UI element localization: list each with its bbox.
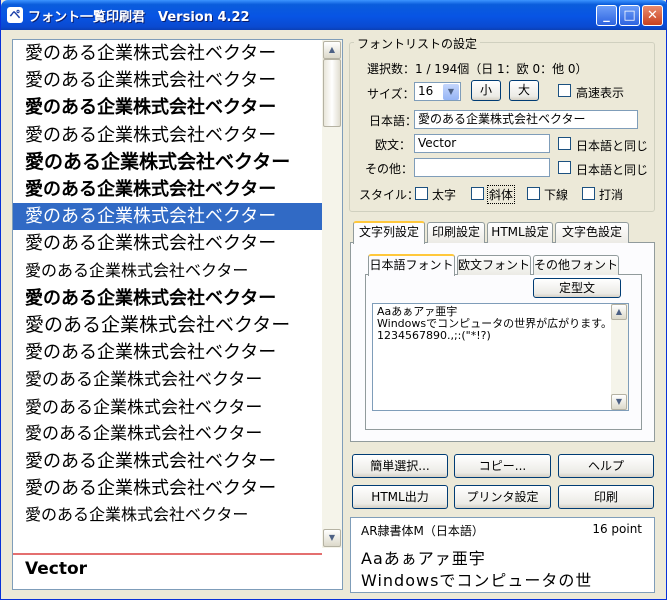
app-icon[interactable]: ペ [7,7,23,23]
maximize-button[interactable]: □ [619,5,640,26]
bold-checkbox[interactable] [415,187,428,200]
other-label: その他： [365,162,414,176]
preview-line-1: Aaあぁアァ亜宇 [361,549,486,568]
font-list-item[interactable]: 愛のある企業株式会社ベクター [13,258,322,285]
close-button[interactable]: ✕ [642,5,663,26]
size-value: 16 [418,84,434,98]
font-preview: AR隷書体M（日本語） 16 point Aaあぁアァ亜宇 Windowsでコン… [350,517,655,593]
font-list-item[interactable]: 愛のある企業株式会社ベクター [13,149,322,176]
western-same-label: 日本語と同じ [576,139,649,153]
font-list-item[interactable]: 愛のある企業株式会社ベクター [13,67,322,94]
tab-string-settings[interactable]: 文字列設定 [353,221,425,244]
chevron-down-icon[interactable]: ▼ [443,84,459,100]
size-large-button[interactable]: 大 [509,80,539,101]
font-list-item[interactable]: 愛のある企業株式会社ベクター [13,421,322,448]
western-same-checkbox[interactable] [558,137,571,150]
main-window: ペ フォント一覧印刷君 Version 4.22 _ □ ✕ 愛のある企業株式会… [0,0,667,600]
japanese-label: 日本語： [369,114,418,128]
strikethrough-checkbox[interactable] [582,187,595,200]
tab-western-font[interactable]: 欧文フォント [457,255,531,275]
settings-group-title: フォントリストの設定 [354,35,481,52]
font-list-item[interactable]: 愛のある企業株式会社ベクター [13,230,322,257]
fast-display-checkbox[interactable] [558,84,571,97]
font-list-item[interactable]: 愛のある企業株式会社ベクター [13,312,322,339]
font-list-item[interactable]: 愛のある企業株式会社ベクター [13,285,322,312]
bold-label: 太字 [432,188,457,202]
copy-button[interactable]: コピー... [454,454,551,478]
western-label: 欧文： [375,138,412,152]
tab-text-color-settings[interactable]: 文字色設定 [555,222,629,243]
minimize-button[interactable]: _ [596,5,617,26]
title-bar[interactable]: ペ フォント一覧印刷君 Version 4.22 _ □ ✕ [1,0,667,30]
preview-font-name: AR隷書体M（日本語） [361,524,484,538]
other-same-label: 日本語と同じ [576,163,649,177]
italic-label: 斜体 [487,185,516,204]
font-list-item[interactable]: 愛のある企業株式会社ベクター [13,394,322,421]
scroll-thumb[interactable] [323,59,341,127]
font-list-item[interactable]: 愛のある企業株式会社ベクター [13,339,322,366]
font-list-item[interactable]: 愛のある企業株式会社ベクター [13,40,322,67]
western-sample-word: Vector [25,559,88,579]
html-output-button[interactable]: HTML出力 [352,485,448,509]
fast-display-label: 高速表示 [576,86,625,100]
size-small-button[interactable]: 小 [471,80,501,101]
sample-text-line-3: 1234567890.,;:("*!?) [377,329,491,342]
underline-label: 下線 [544,188,569,202]
fixed-text-button[interactable]: 定型文 [533,278,621,298]
font-list-item[interactable]: 愛のある企業株式会社ベクター [13,448,322,475]
font-list-item[interactable]: 愛のある企業株式会社ベクター [13,203,322,231]
font-list-item[interactable]: 愛のある企業株式会社ベクター [13,122,322,149]
font-list-item[interactable]: 愛のある企業株式会社ベクター [13,176,322,203]
other-text-field[interactable] [414,158,550,177]
scroll-down-button[interactable]: ▼ [323,529,341,547]
font-list-scrollbar[interactable]: ▲ ▼ [322,40,342,548]
tab-html-settings[interactable]: HTML設定 [487,222,553,243]
western-text-field[interactable]: Vector [414,134,550,153]
tab-japanese-font[interactable]: 日本語フォント [368,254,455,276]
italic-checkbox[interactable] [471,187,484,200]
size-combobox[interactable]: 16 ▼ [414,82,461,101]
font-list-item[interactable]: 愛のある企業株式会社ベクター [13,475,322,502]
size-label: サイズ： [367,87,415,101]
list-splitter[interactable] [13,553,322,555]
strikethrough-label: 打消 [599,188,624,202]
style-label: スタイル： [359,188,420,202]
preview-font-size: 16 point [592,522,642,536]
printer-settings-button[interactable]: プリンタ設定 [454,485,551,509]
other-same-checkbox[interactable] [558,161,571,174]
sample-text-scrollbar[interactable]: ▲ ▼ [611,304,628,410]
japanese-text-field[interactable]: 愛のある企業株式会社ベクター [414,110,638,129]
simple-select-button[interactable]: 簡単選択... [352,454,448,478]
font-list-item[interactable]: 愛のある企業株式会社ベクター [13,366,322,393]
help-button[interactable]: ヘルプ [558,454,654,478]
font-list-item[interactable]: 愛のある企業株式会社ベクター [13,94,322,121]
memo-scroll-up-button[interactable]: ▲ [611,304,627,320]
font-list[interactable]: 愛のある企業株式会社ベクター 愛のある企業株式会社ベクター 愛のある企業株式会社ベク… [12,39,343,590]
window-title: フォント一覧印刷君 Version 4.22 [28,10,250,25]
sample-text-area[interactable]: Aaあぁアァ亜宇 Windowsでコンピュータの世界が広がります。 123456… [372,303,629,411]
font-list-item[interactable]: 愛のある企業株式会社ベクター [13,502,322,529]
print-button[interactable]: 印刷 [558,485,654,509]
memo-scroll-down-button[interactable]: ▼ [611,394,627,410]
preview-line-2: Windowsでコンピュータの世 [361,571,593,590]
underline-checkbox[interactable] [527,187,540,200]
tab-print-settings[interactable]: 印刷設定 [427,222,485,243]
scroll-up-button[interactable]: ▲ [323,41,341,59]
selection-count: 選択数：1 / 194個（日 1：欧 0：他 0） [367,62,588,76]
tab-other-font[interactable]: その他フォント [533,255,619,275]
